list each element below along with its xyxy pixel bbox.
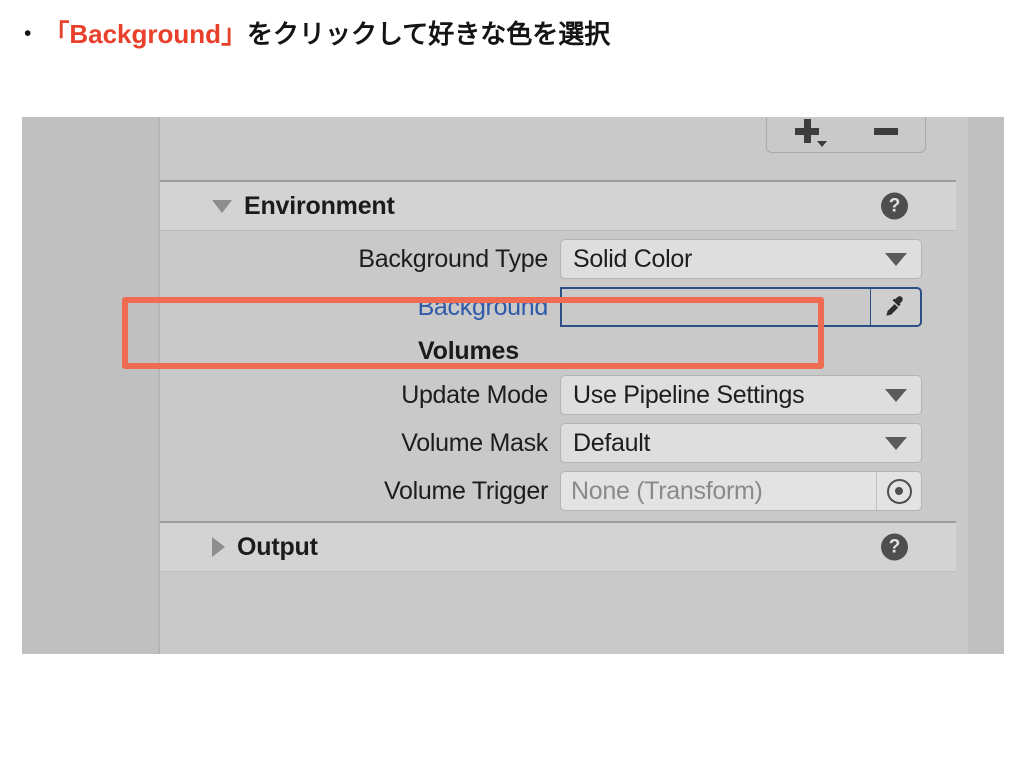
- row-volume-trigger: Volume Trigger None (Transform): [160, 467, 956, 515]
- field-volume-mask: Default: [560, 423, 922, 463]
- caption-text: 「Background」をクリックして好きな色を選択: [43, 14, 610, 51]
- slide-caption: • 「Background」をクリックして好きな色を選択: [24, 14, 610, 51]
- add-remove-button-group: [766, 117, 926, 153]
- field-volume-trigger: None (Transform): [560, 471, 922, 511]
- object-picker-button[interactable]: [876, 472, 921, 510]
- section-title-environment: Environment: [244, 191, 395, 220]
- label-update-mode: Update Mode: [401, 380, 548, 409]
- left-gutter: [22, 117, 156, 654]
- field-background-type: Solid Color: [560, 239, 922, 279]
- caret-down-icon: [885, 388, 907, 402]
- dropdown-value-volume-mask: Default: [573, 428, 651, 457]
- right-gutter-scrollarea[interactable]: [968, 117, 1004, 654]
- label-volume-mask: Volume Mask: [401, 428, 548, 457]
- row-update-mode: Update Mode Use Pipeline Settings: [160, 371, 956, 419]
- row-background-type: Background Type Solid Color: [160, 235, 956, 283]
- background-color-swatch[interactable]: [560, 287, 870, 327]
- field-background-color: [560, 287, 922, 327]
- caret-down-icon: [885, 252, 907, 266]
- dropdown-volume-mask[interactable]: Default: [560, 423, 922, 463]
- bullet-marker: •: [24, 22, 32, 45]
- inspector-panel: Environment ? Background Type Solid Colo…: [158, 117, 968, 654]
- caption-emphasis: 「Background」: [43, 19, 248, 49]
- remove-button[interactable]: [863, 117, 909, 150]
- triangle-right-icon[interactable]: [212, 537, 225, 557]
- help-question-icon[interactable]: ?: [881, 533, 908, 561]
- plus-icon: [794, 119, 819, 143]
- label-background-type: Background Type: [358, 244, 548, 273]
- caption-rest: をクリックして好きな色を選択: [247, 19, 611, 49]
- object-field-volume-trigger[interactable]: None (Transform): [560, 471, 922, 511]
- object-picker-target-icon: [886, 478, 912, 504]
- dropdown-background-type[interactable]: Solid Color: [560, 239, 922, 279]
- component-toolbar-strip: [160, 117, 968, 182]
- label-background[interactable]: Background: [160, 293, 560, 322]
- row-background: Background: [160, 283, 956, 331]
- section-header-environment[interactable]: Environment ?: [160, 182, 956, 231]
- caret-down-mini-icon: [816, 141, 827, 147]
- object-field-value-volume-trigger: None (Transform): [571, 476, 763, 505]
- caret-down-icon: [885, 436, 907, 450]
- minus-icon: [873, 127, 898, 135]
- triangle-down-icon[interactable]: [212, 199, 232, 213]
- row-volume-mask: Volume Mask Default: [160, 419, 956, 467]
- eyedropper-icon: [885, 296, 903, 316]
- dropdown-update-mode[interactable]: Use Pipeline Settings: [560, 375, 922, 415]
- field-update-mode: Use Pipeline Settings: [560, 375, 922, 415]
- add-button[interactable]: [784, 117, 830, 150]
- dropdown-value-background-type: Solid Color: [573, 244, 692, 273]
- unity-inspector-screenshot: Environment ? Background Type Solid Colo…: [22, 117, 1004, 654]
- section-header-output[interactable]: Output ?: [160, 521, 956, 572]
- group-label-volumes: Volumes: [418, 336, 519, 365]
- color-field-wrapper: [560, 287, 922, 327]
- label-volume-trigger: Volume Trigger: [384, 476, 548, 505]
- section-body-environment: Background Type Solid Color Background V…: [160, 231, 956, 521]
- section-title-output: Output: [237, 532, 318, 561]
- help-question-icon[interactable]: ?: [881, 192, 908, 220]
- dropdown-value-update-mode: Use Pipeline Settings: [573, 380, 805, 409]
- eyedropper-button[interactable]: [870, 287, 922, 327]
